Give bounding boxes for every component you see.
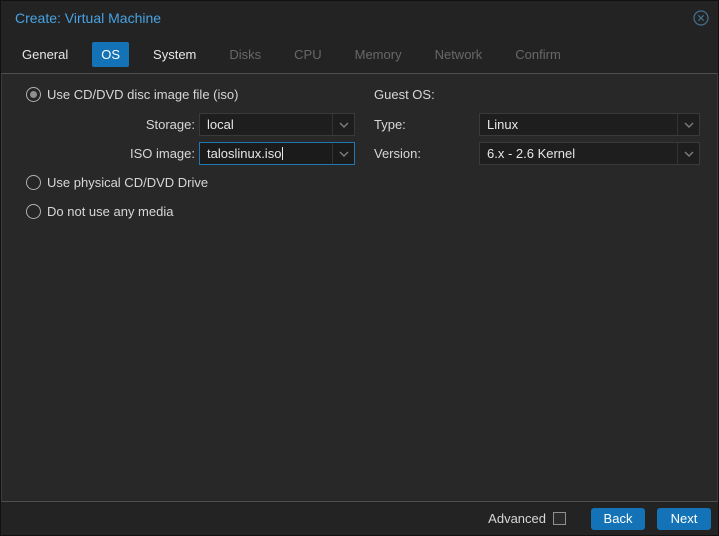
tab-general[interactable]: General <box>13 42 77 67</box>
chevron-down-icon[interactable] <box>332 143 354 164</box>
close-icon[interactable] <box>692 9 710 27</box>
storage-select[interactable]: local <box>199 113 355 136</box>
iso-image-input[interactable]: taloslinux.iso <box>199 142 355 165</box>
chevron-down-icon[interactable] <box>677 114 699 135</box>
version-value: 6.x - 2.6 Kernel <box>487 146 576 161</box>
storage-label: Storage: <box>145 117 195 132</box>
radio-use-iso-label: Use CD/DVD disc image file (iso) <box>47 87 239 102</box>
advanced-label: Advanced <box>488 511 546 526</box>
type-value: Linux <box>487 117 519 132</box>
tab-cpu: CPU <box>294 46 322 62</box>
text-caret <box>282 147 284 160</box>
iso-image-value: taloslinux.iso <box>207 146 284 161</box>
back-button[interactable]: Back <box>591 507 645 530</box>
radio-no-media-label: Do not use any media <box>47 204 174 219</box>
dialog-title: Create: Virtual Machine <box>15 10 162 26</box>
dialog-header: Create: Virtual Machine <box>1 1 718 35</box>
dialog-footer: Advanced Back Next <box>1 502 718 535</box>
storage-value: local <box>207 117 234 132</box>
wizard-tabbar: General OS System Disks CPU Memory Netwo… <box>1 35 718 73</box>
tab-network: Network <box>434 46 483 62</box>
radio-physical-drive[interactable]: Use physical CD/DVD Drive <box>26 175 208 190</box>
create-vm-dialog: Create: Virtual Machine General OS Syste… <box>0 0 719 536</box>
advanced-checkbox[interactable] <box>553 512 566 525</box>
type-label: Type: <box>374 117 406 132</box>
radio-icon <box>26 175 41 190</box>
guest-os-heading: Guest OS: <box>374 87 435 102</box>
radio-no-media[interactable]: Do not use any media <box>26 204 173 219</box>
tab-memory: Memory <box>354 46 402 62</box>
next-button[interactable]: Next <box>657 507 711 530</box>
radio-icon <box>26 204 41 219</box>
tab-confirm: Confirm <box>515 46 561 62</box>
chevron-down-icon[interactable] <box>677 143 699 164</box>
radio-physical-drive-label: Use physical CD/DVD Drive <box>47 175 209 190</box>
tab-system[interactable]: System <box>144 42 205 67</box>
version-label: Version: <box>374 146 421 161</box>
iso-image-label: ISO image: <box>129 146 195 161</box>
type-select[interactable]: Linux <box>479 113 700 136</box>
radio-icon <box>26 87 41 102</box>
tab-os[interactable]: OS <box>92 41 130 67</box>
tab-disks: Disks <box>229 46 262 62</box>
chevron-down-icon[interactable] <box>332 114 354 135</box>
os-tab-panel: Use CD/DVD disc image file (iso) Storage… <box>1 73 718 502</box>
version-select[interactable]: 6.x - 2.6 Kernel <box>479 142 700 165</box>
advanced-toggle[interactable]: Advanced <box>488 511 566 526</box>
radio-use-iso[interactable]: Use CD/DVD disc image file (iso) <box>26 87 238 102</box>
